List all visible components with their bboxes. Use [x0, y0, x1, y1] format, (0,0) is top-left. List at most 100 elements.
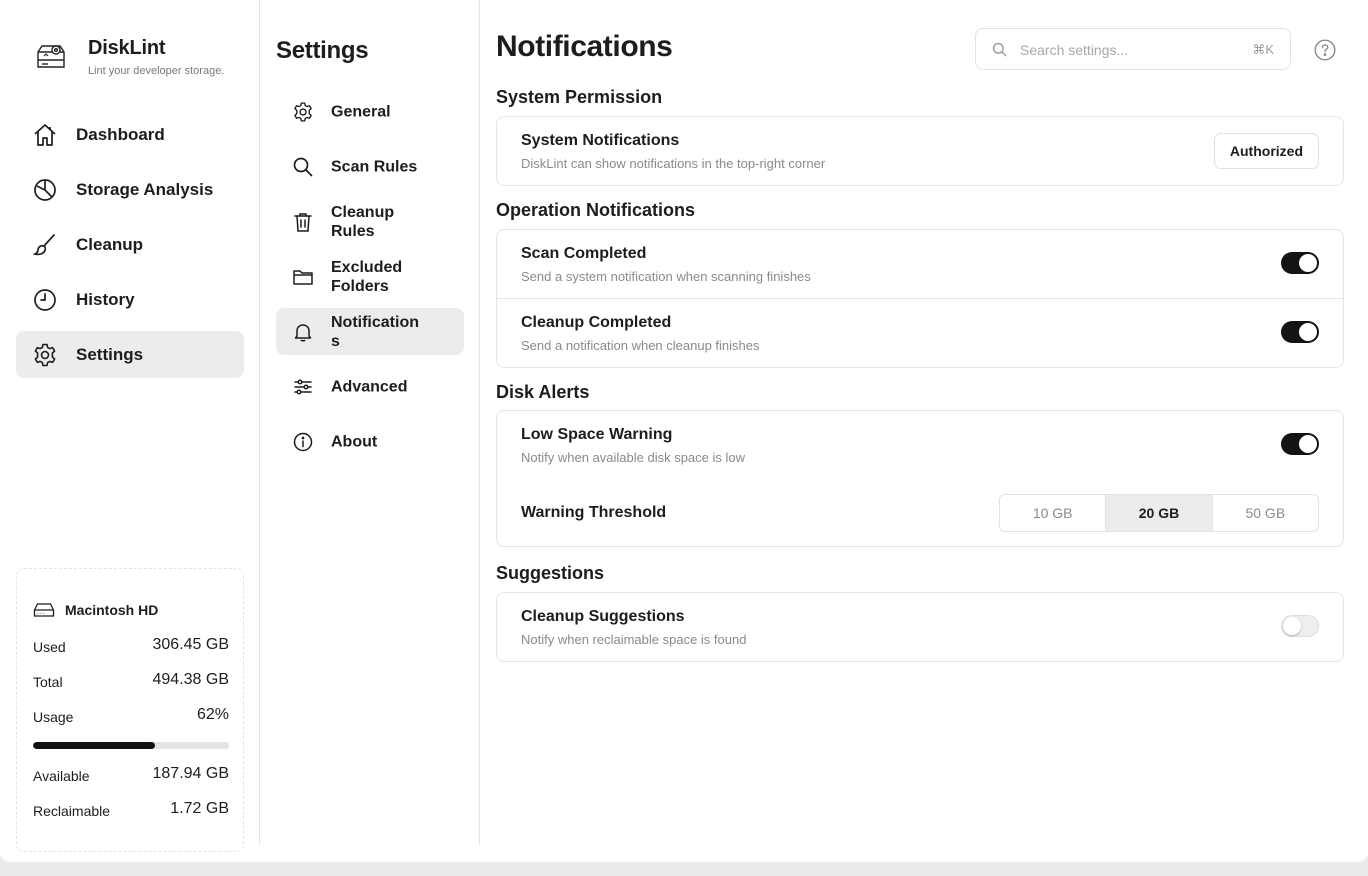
disk-summary-card: Macintosh HD Used 306.45 GB Total 494.38…	[16, 568, 244, 852]
system-notifications-row: System Notifications DiskLint can show n…	[497, 117, 1343, 185]
section-title-suggestions: Suggestions	[496, 563, 605, 583]
operation-notifications-card: Scan Completed Send a system notificatio…	[496, 229, 1344, 368]
settings-item-label: General	[331, 103, 391, 120]
sidebar-item-label: Storage Analysis	[76, 179, 214, 199]
settings-item-label: About	[331, 433, 378, 450]
warning-threshold-label: Warning Threshold	[521, 504, 667, 521]
settings-item-scan-rules[interactable]: Scan Rules	[276, 143, 464, 190]
usage-progress-fill	[33, 742, 155, 749]
stat-value: 62%	[196, 706, 229, 723]
sidebar-item-label: Cleanup	[76, 234, 144, 254]
stat-label: Available	[33, 768, 90, 784]
page-title: Notifications	[496, 30, 673, 63]
scan-completed-toggle[interactable]	[1281, 252, 1319, 274]
settings-item-general[interactable]: General	[276, 88, 464, 135]
section-title-disk-alerts: Disk Alerts	[496, 382, 590, 402]
settings-item-label: Cleanup Rules	[331, 203, 395, 240]
system-permission-card: System Notifications DiskLint can show n…	[496, 116, 1344, 186]
disk-stat-reclaimable: Reclaimable 1.72 GB	[33, 800, 229, 820]
search-box[interactable]: ⌘K	[975, 28, 1291, 70]
disk-header: Macintosh HD	[33, 602, 158, 618]
threshold-option-50gb[interactable]: 50 GB	[1213, 495, 1318, 531]
cleanup-completed-row: Cleanup Completed Send a notification wh…	[497, 298, 1343, 367]
row-title: System Notifications	[521, 132, 680, 149]
disk-stat-available: Available 187.94 GB	[33, 765, 229, 785]
low-space-warning-row: Low Space Warning Notify when available …	[497, 411, 1343, 479]
sidebar-item-label: Settings	[76, 344, 144, 364]
stat-label: Used	[33, 639, 66, 655]
section-title-system-permission: System Permission	[496, 87, 663, 107]
folder-icon	[293, 270, 313, 285]
disk-logo-icon	[37, 45, 65, 68]
app-tagline: Lint your developer storage.	[88, 65, 225, 77]
settings-title: Settings	[276, 37, 369, 64]
row-title: Scan Completed	[521, 245, 647, 262]
stat-label: Total	[33, 674, 63, 690]
app-window: DiskLint Lint your developer storage. Da…	[0, 0, 1368, 862]
settings-item-label: Scan Rules	[331, 158, 418, 175]
brush-icon	[32, 234, 55, 256]
sidebar-item-dashboard[interactable]: Dashboard	[16, 111, 244, 158]
authorized-button[interactable]: Authorized	[1213, 133, 1319, 169]
toggle-knob	[1299, 254, 1317, 272]
sidebar-item-cleanup[interactable]: Cleanup	[16, 221, 244, 268]
row-description: Send a notification when cleanup finishe…	[521, 338, 760, 353]
disk-name: Macintosh HD	[65, 602, 159, 618]
sidebar-item-history[interactable]: History	[16, 276, 244, 323]
app-name: DiskLint	[88, 37, 166, 59]
settings-item-label: Excluded Folders	[331, 258, 403, 295]
stat-value: 187.94 GB	[152, 765, 230, 782]
row-description: Notify when reclaimable space is found	[521, 632, 747, 647]
sidebar-item-storage-analysis[interactable]: Storage Analysis	[16, 166, 244, 213]
info-icon	[293, 432, 313, 452]
settings-item-notifications[interactable]: Notification s	[276, 308, 464, 355]
stat-label: Usage	[33, 709, 74, 725]
main-content: Notifications ⌘K System Permission Syste…	[496, 0, 1344, 844]
stat-label: Reclaimable	[33, 803, 111, 819]
search-input[interactable]	[1018, 38, 1242, 62]
row-description: Send a system notification when scanning…	[521, 269, 811, 284]
gear-icon	[34, 343, 56, 367]
usage-progress-bar	[33, 742, 229, 749]
disk-stat-usage: Usage 62%	[33, 706, 229, 726]
scan-completed-row: Scan Completed Send a system notificatio…	[497, 230, 1343, 298]
stat-value: 494.38 GB	[152, 671, 230, 688]
cleanup-suggestions-toggle[interactable]	[1281, 615, 1319, 637]
settings-item-advanced[interactable]: Advanced	[276, 363, 464, 410]
row-title: Cleanup Suggestions	[521, 608, 685, 625]
threshold-option-10gb[interactable]: 10 GB	[1000, 495, 1107, 531]
row-description: Notify when available disk space is low	[521, 450, 745, 465]
bell-icon	[294, 324, 312, 342]
sliders-icon	[294, 379, 312, 395]
settings-menu: General Scan Rules Cleanup Rules Exclude…	[276, 88, 464, 473]
search-icon	[293, 157, 313, 177]
home-icon	[34, 124, 56, 146]
suggestions-card: Cleanup Suggestions Notify when reclaima…	[496, 592, 1344, 662]
sidebar-nav: Dashboard Storage Analysis Cleanup Histo…	[16, 111, 244, 386]
clock-icon	[34, 289, 56, 311]
search-icon	[992, 42, 1007, 57]
settings-item-about[interactable]: About	[276, 418, 464, 465]
trash-icon	[294, 213, 312, 232]
sidebar-item-settings[interactable]: Settings	[16, 331, 244, 378]
settings-item-cleanup-rules[interactable]: Cleanup Rules	[276, 198, 464, 245]
row-title: Low Space Warning	[521, 426, 673, 443]
section-title-operation-notifications: Operation Notifications	[496, 200, 696, 220]
gear-icon	[294, 102, 312, 122]
toggle-knob	[1299, 323, 1317, 341]
drive-icon	[33, 603, 55, 617]
stat-value: 306.45 GB	[152, 636, 230, 653]
cleanup-completed-toggle[interactable]	[1281, 321, 1319, 343]
cleanup-suggestions-row: Cleanup Suggestions Notify when reclaima…	[497, 593, 1343, 661]
low-space-warning-toggle[interactable]	[1281, 433, 1319, 455]
sidebar: DiskLint Lint your developer storage. Da…	[0, 0, 260, 852]
threshold-option-20gb[interactable]: 20 GB	[1106, 495, 1213, 531]
toggle-knob	[1299, 435, 1317, 453]
settings-item-excluded-folders[interactable]: Excluded Folders	[276, 253, 464, 300]
settings-menu-column: Settings General Scan Rules Cleanup Rule…	[260, 0, 480, 844]
settings-item-label: Advanced	[331, 378, 408, 395]
search-shortcut: ⌘K	[1252, 42, 1274, 57]
help-icon[interactable]	[1314, 39, 1336, 61]
sidebar-item-label: History	[76, 289, 135, 309]
settings-item-label: Notification s	[331, 313, 419, 350]
